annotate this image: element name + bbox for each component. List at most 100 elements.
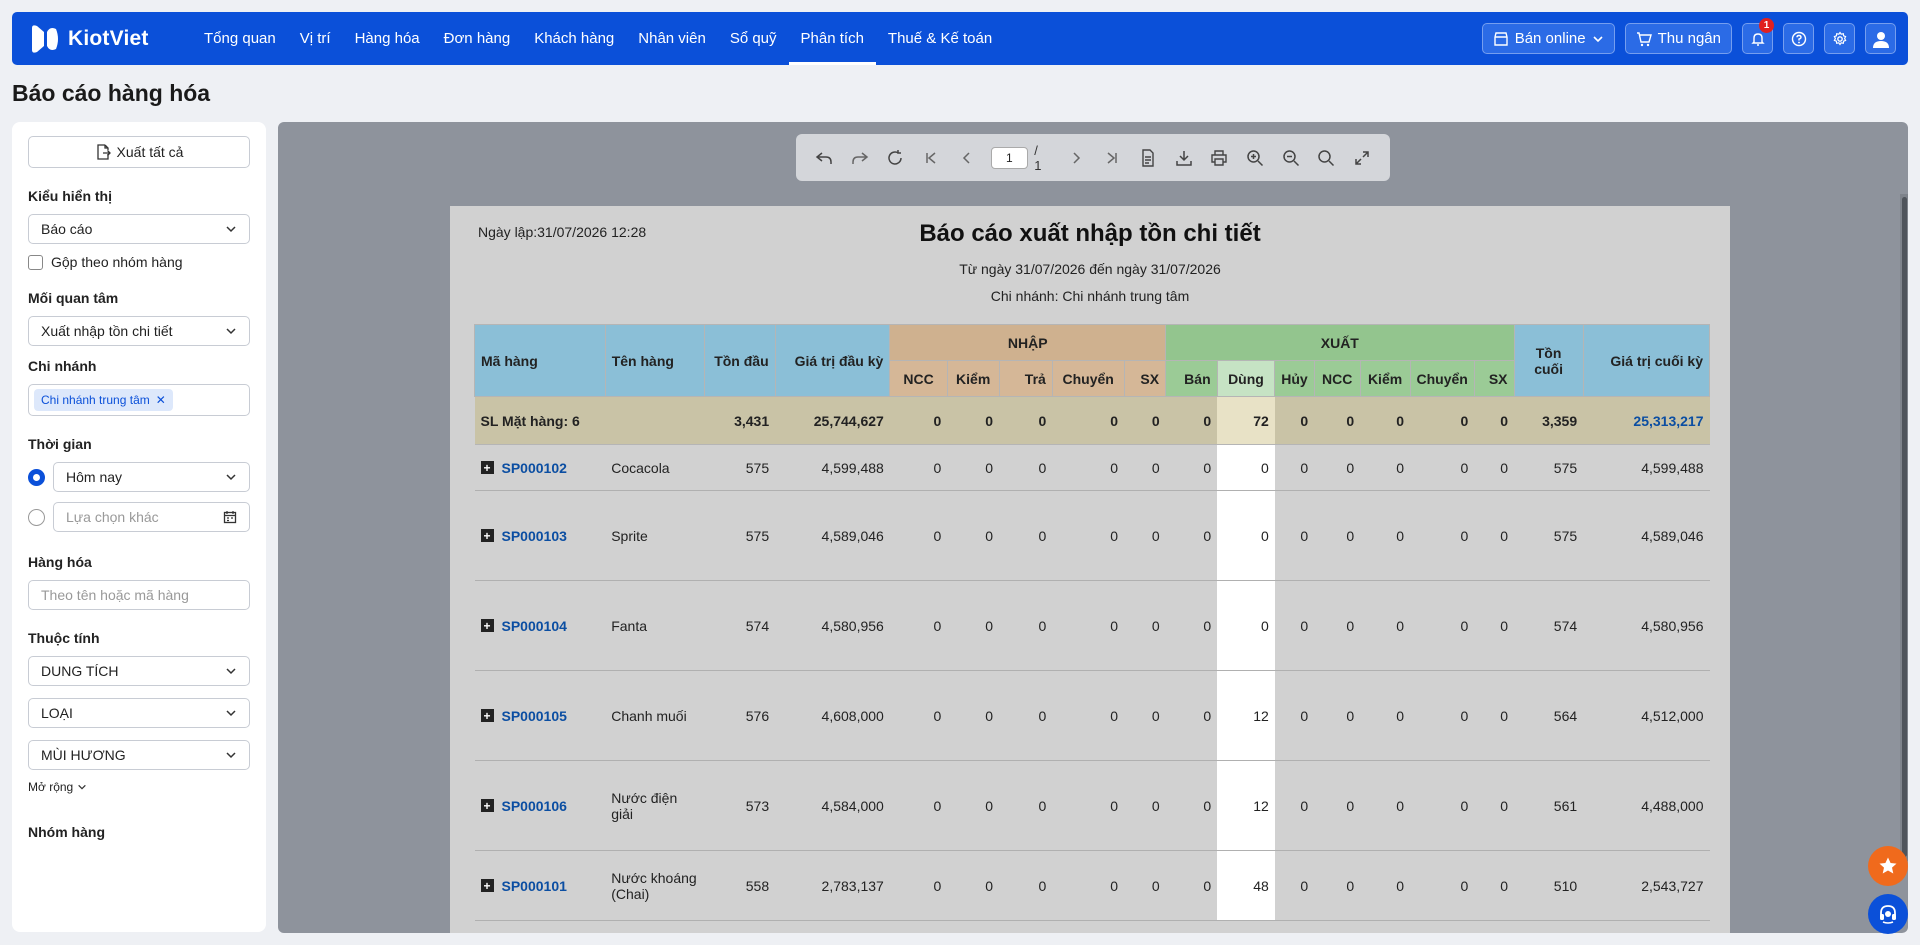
- row-xuat-value: 0: [1274, 490, 1315, 581]
- attr-volume-select[interactable]: DUNG TÍCH: [28, 656, 250, 686]
- kiotviet-logo[interactable]: KiotViet: [28, 22, 178, 56]
- expand-plus-icon[interactable]: +: [480, 461, 494, 474]
- row-code-cell[interactable]: + SP000102: [474, 444, 606, 491]
- row-name: Chanh muối: [605, 670, 705, 761]
- row-code-cell[interactable]: + SP000101: [474, 850, 606, 921]
- report-date-range: Từ ngày 31/07/2026 đến ngày 31/07/2026: [959, 261, 1221, 277]
- last-page-icon: [1107, 151, 1117, 164]
- col-group-nhap: NHẬP: [889, 324, 1167, 361]
- viewer-scroll-thumb[interactable]: [1902, 197, 1907, 857]
- row-code[interactable]: SP000105: [502, 708, 567, 724]
- row-xuat-value: 0: [1314, 580, 1361, 671]
- goods-search-input[interactable]: Theo tên hoặc mã hàng: [28, 580, 250, 610]
- row-code-cell[interactable]: + SP000106: [474, 760, 606, 851]
- expand-link[interactable]: Mở rộng: [28, 780, 250, 794]
- row-xuat-value: 0: [1314, 850, 1361, 921]
- export-all-button[interactable]: Xuất tất cả: [28, 136, 250, 168]
- fullscreen-button[interactable]: [1344, 140, 1380, 176]
- group-by-category-label: Gộp theo nhóm hàng: [51, 254, 183, 270]
- inventory-report-table: Mã hàng Tên hàng Tồn đầu Giá trị đầu kỳ …: [474, 324, 1711, 921]
- time-today-radio[interactable]: [28, 468, 45, 486]
- user-avatar[interactable]: [1865, 23, 1896, 54]
- row-xuat-value: 0: [1165, 444, 1218, 491]
- concern-select[interactable]: Xuất nhập tồn chi tiết: [28, 316, 250, 346]
- zoom-in-button[interactable]: [1237, 140, 1273, 176]
- row-name: Nước điện giải: [605, 760, 705, 851]
- display-type-select[interactable]: Báo cáo: [28, 214, 250, 244]
- redo-button[interactable]: [842, 140, 878, 176]
- settings-button[interactable]: [1824, 23, 1855, 54]
- group-by-category-checkbox[interactable]: [28, 254, 43, 270]
- search-button[interactable]: [1309, 140, 1345, 176]
- attr-type-select[interactable]: LOẠI: [28, 698, 250, 728]
- time-today-select[interactable]: Hôm nay: [53, 462, 250, 492]
- help-button[interactable]: [1783, 23, 1814, 54]
- sell-online-button[interactable]: Bán online: [1481, 23, 1615, 54]
- expand-plus-icon[interactable]: +: [480, 709, 494, 722]
- time-other-radio[interactable]: [28, 508, 45, 526]
- cart-icon: [1636, 31, 1652, 46]
- row-code[interactable]: SP000104: [502, 618, 567, 634]
- row-code[interactable]: SP000102: [502, 460, 567, 476]
- row-nhap-value: 0: [889, 580, 948, 671]
- document-button[interactable]: [1130, 140, 1166, 176]
- notification-button[interactable]: 1: [1742, 18, 1774, 54]
- expand-plus-icon[interactable]: +: [480, 529, 494, 542]
- download-button[interactable]: [1166, 140, 1202, 176]
- col-close-qty: Tồn cuối: [1513, 324, 1584, 397]
- favorite-button[interactable]: [1868, 846, 1908, 886]
- prev-page-button[interactable]: [949, 140, 985, 176]
- nav-hang-hoa[interactable]: Hàng hóa: [343, 12, 432, 65]
- nav-phan-tich[interactable]: Phân tích: [788, 12, 877, 65]
- refresh-button[interactable]: [877, 140, 913, 176]
- nav-so-quy[interactable]: Sổ quỹ: [718, 12, 789, 65]
- nav-nhan-vien[interactable]: Nhân viên: [626, 12, 718, 65]
- group-by-category-row[interactable]: Gộp theo nhóm hàng: [28, 254, 250, 270]
- time-other-input[interactable]: Lựa chọn khác: [53, 502, 250, 532]
- nav-don-hang[interactable]: Đơn hàng: [432, 12, 523, 65]
- next-page-button[interactable]: [1059, 140, 1095, 176]
- report-title: Báo cáo xuất nhập tồn chi tiết: [919, 220, 1261, 247]
- attr-flavor-select[interactable]: MÙI HƯƠNG: [28, 740, 250, 770]
- row-nhap-value: 0: [999, 760, 1053, 851]
- nav-vi-tri[interactable]: Vị trí: [288, 12, 343, 65]
- filter-sidebar: Xuất tất cả Kiểu hiển thị Báo cáo Gộp th…: [12, 122, 266, 932]
- nav-tong-quan[interactable]: Tổng quan: [192, 12, 288, 65]
- row-xuat-value: 0: [1474, 670, 1515, 761]
- first-page-button[interactable]: [913, 140, 949, 176]
- nav-thue-ke-toan[interactable]: Thuế & Kế toán: [876, 12, 1004, 65]
- row-code[interactable]: SP000106: [502, 798, 567, 814]
- expand-plus-icon[interactable]: +: [480, 619, 494, 632]
- nav-khach-hang[interactable]: Khách hàng: [522, 12, 626, 65]
- row-code[interactable]: SP000101: [502, 878, 567, 894]
- last-page-button[interactable]: [1094, 140, 1130, 176]
- report-page: Ngày lập:31/07/2026 12:28 Báo cáo xuất n…: [450, 206, 1730, 933]
- zoom-out-button[interactable]: [1273, 140, 1309, 176]
- col-xuat-huy: Hủy: [1274, 360, 1315, 397]
- summary-nhap-tra: 0: [999, 396, 1053, 445]
- zoom-out-icon: [1282, 149, 1299, 166]
- row-nhap-value: 0: [947, 760, 1000, 851]
- page-number-input[interactable]: 1: [990, 146, 1029, 169]
- row-code[interactable]: SP000103: [502, 528, 567, 544]
- print-button[interactable]: [1201, 140, 1237, 176]
- store-icon: [1494, 31, 1508, 46]
- row-code-cell[interactable]: + SP000104: [474, 580, 606, 671]
- support-chat-button[interactable]: [1868, 894, 1908, 934]
- expand-plus-icon[interactable]: +: [480, 879, 494, 892]
- row-nhap-value: 0: [1052, 670, 1125, 761]
- printer-icon: [1211, 149, 1227, 166]
- branch-select[interactable]: Chi nhánh trung tâm ✕: [28, 384, 250, 416]
- row-xuat-value: 0: [1165, 580, 1218, 671]
- row-xuat-value: 0: [1360, 580, 1410, 671]
- summary-close-value: 25,313,217: [1583, 396, 1710, 445]
- row-code-cell[interactable]: + SP000103: [474, 490, 606, 581]
- close-icon[interactable]: ✕: [156, 393, 166, 407]
- cashier-button[interactable]: Thu ngân: [1624, 23, 1732, 54]
- expand-plus-icon[interactable]: +: [480, 799, 494, 812]
- notification-badge: 1: [1759, 18, 1774, 33]
- row-code-cell[interactable]: + SP000105: [474, 670, 606, 761]
- gear-icon: [1833, 30, 1846, 46]
- row-xuat-value: 12: [1217, 670, 1275, 761]
- undo-button[interactable]: [806, 140, 842, 176]
